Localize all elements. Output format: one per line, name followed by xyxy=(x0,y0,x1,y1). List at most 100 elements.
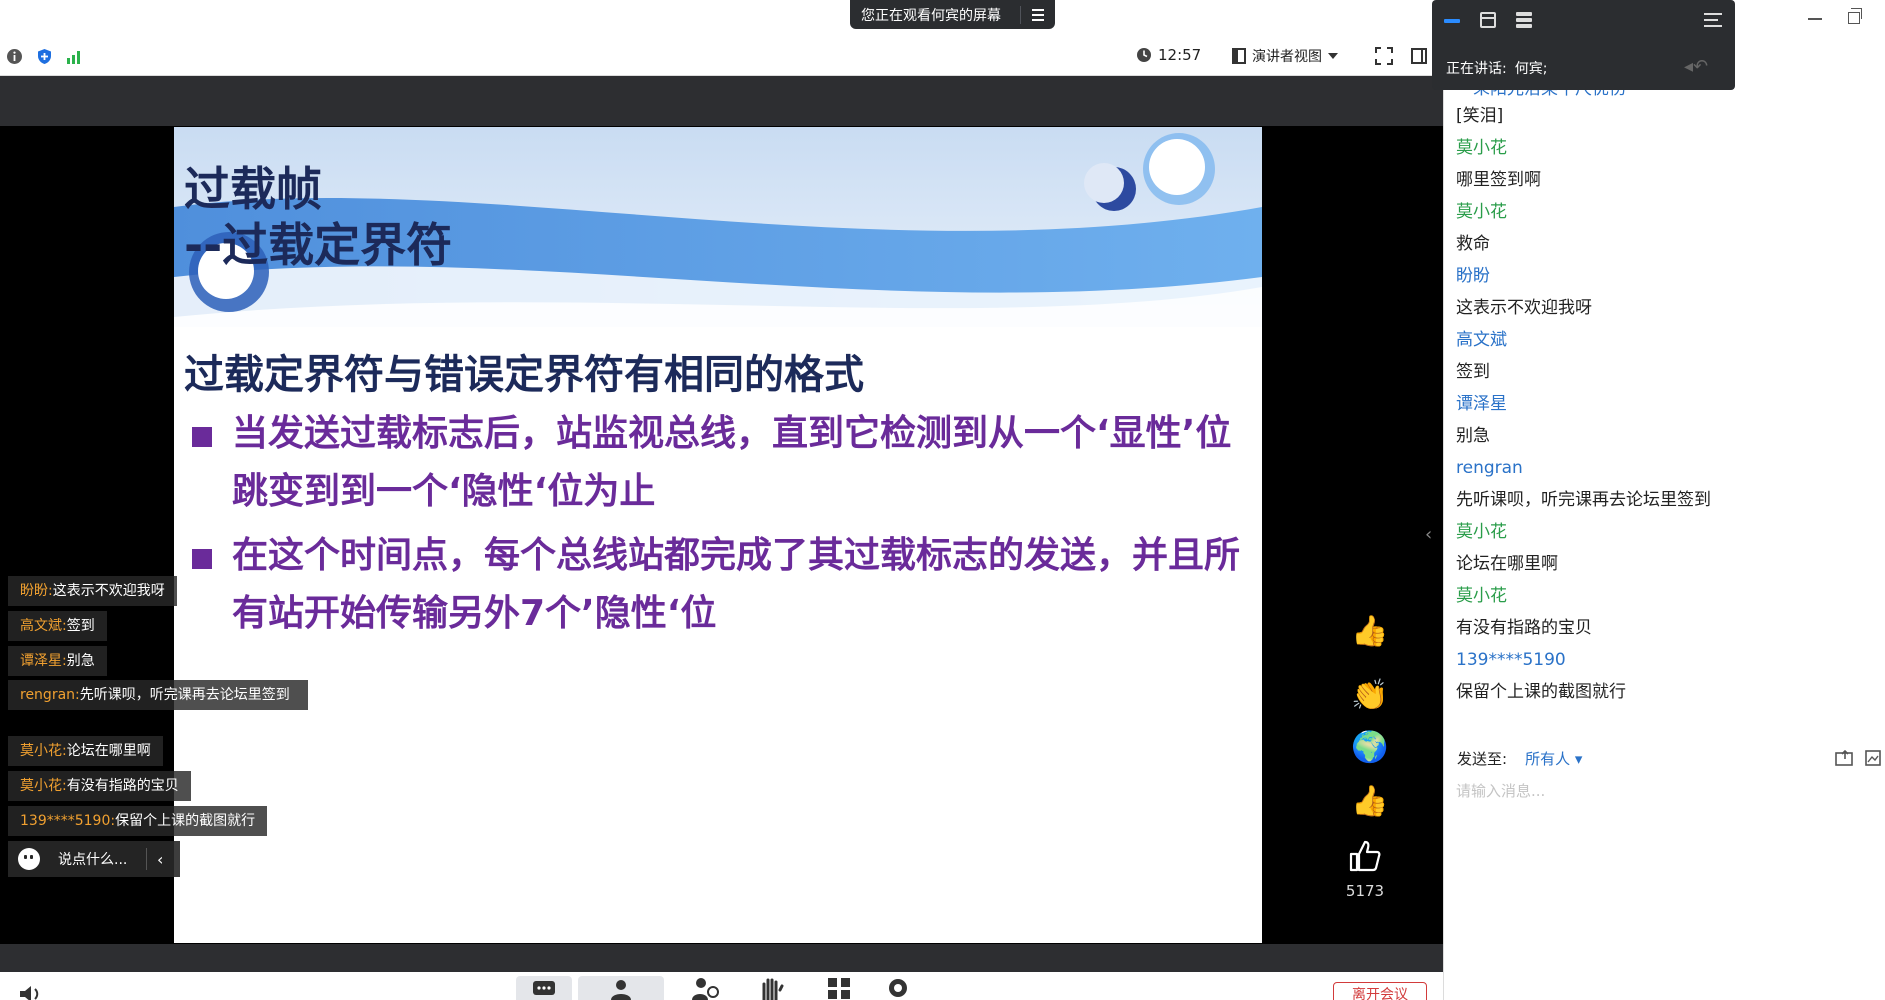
participants-toolbar-button[interactable] xyxy=(578,976,664,1000)
raise-hand-icon[interactable] xyxy=(752,976,792,1000)
view-mode-select[interactable]: 演讲者视图 xyxy=(1232,46,1338,66)
overlay-chat-item: 盼盼:这表示不欢迎我呀 xyxy=(8,576,177,606)
overlay-chat-text: 别急 xyxy=(66,653,95,669)
chat-message-text: 这表示不欢迎我呀 xyxy=(1456,298,1592,318)
chat-sender-name: 莫小花 xyxy=(1456,138,1507,158)
bullet-square-icon xyxy=(192,427,212,447)
chat-message-list: 一朵阳光洁染午尺优伤 [笑泪] 莫小花 哪里签到啊 莫小花 救命 盼盼 这表示不欢迎我呀 高文斌… xyxy=(1456,84,1876,708)
gallery-view-icon[interactable] xyxy=(1480,12,1496,28)
bullet-square-icon xyxy=(192,549,212,569)
drag-handle-icon[interactable]: ◂↶ xyxy=(1684,56,1724,80)
leave-meeting-button[interactable]: 离开会议 xyxy=(1333,982,1427,1000)
speaker-widget-controls xyxy=(1444,10,1724,34)
chat-sender-name: 莫小花 xyxy=(1456,522,1507,542)
chat-icon xyxy=(533,981,555,995)
overlay-chat-item: rengran:先听课呗，听完课再去论坛里签到 xyxy=(8,680,308,710)
meeting-clock: 12:57 xyxy=(1136,46,1201,64)
shield-icon[interactable] xyxy=(36,48,53,65)
speaking-indicator: 正在讲话: 何宾; xyxy=(1446,58,1547,78)
apps-grid-icon[interactable] xyxy=(820,976,860,1000)
chat-message-text: 保留个上课的截图就行 xyxy=(1456,682,1626,702)
fullscreen-icon[interactable] xyxy=(1374,46,1394,66)
send-to-select[interactable]: 所有人 ▾ xyxy=(1525,748,1582,769)
chat-message-text: 有没有指路的宝贝 xyxy=(1456,618,1592,638)
overlay-chat-name: 谭泽星: xyxy=(20,653,67,669)
overlay-chat-name: 盼盼: xyxy=(20,583,53,599)
overlay-chat-text: 这表示不欢迎我呀 xyxy=(52,583,165,599)
chevron-left-icon[interactable]: ‹ xyxy=(157,850,163,869)
overlay-chat-name: rengran: xyxy=(20,687,80,703)
signal-icon[interactable] xyxy=(66,48,83,65)
speaker-widget[interactable]: 正在讲话: 何宾; ◂↶ xyxy=(1432,0,1735,90)
overlay-chat-text: 签到 xyxy=(66,618,95,634)
like-button-icon[interactable] xyxy=(1347,838,1383,874)
top-toolbar: 您正在观看何宾的屏幕 12:57 演讲者视图 xyxy=(0,0,1440,76)
slide-title: 过载帧 --过载定界符 xyxy=(184,161,452,273)
overlay-chat-name: 莫小花: xyxy=(20,778,67,794)
overlay-chat-name: 139****5190: xyxy=(20,813,116,829)
overlay-chat-text: 先听课呗，听完课再去论坛里签到 xyxy=(79,687,290,703)
chat-message-text: 救命 xyxy=(1456,234,1490,254)
overlay-chat-item: 谭泽星:别急 xyxy=(8,646,107,676)
bullet-text: 在这个时间点，每个总线站都完成了其过载标志的发送，并且所有站开始传输另外7个’隐… xyxy=(232,535,1241,634)
collapse-panel-icon[interactable]: ‹ xyxy=(1425,524,1432,545)
overlay-chat-text: 保留个上课的截图就行 xyxy=(115,813,256,829)
slide-title-line-1: 过载帧 xyxy=(184,162,322,216)
banner-menu-icon[interactable] xyxy=(1021,0,1055,29)
overlay-chat-input[interactable]: 说点什么... ‹ xyxy=(8,841,180,877)
overlay-chat-item: 139****5190:保留个上课的截图就行 xyxy=(8,806,268,836)
send-to-target: 所有人 xyxy=(1525,750,1571,768)
overlay-chat-name: 莫小花: xyxy=(20,743,67,759)
chat-toolbar-button[interactable] xyxy=(516,976,572,1000)
globe-reaction-icon[interactable]: 🌍 xyxy=(1350,728,1390,768)
send-to-label: 发送至: xyxy=(1457,750,1508,768)
collapse-menu-icon[interactable] xyxy=(1704,13,1722,29)
emoji-icon[interactable] xyxy=(18,848,40,870)
presentation-slide: 过载帧 --过载定界符 过载定界符与错误定界符有相同的格式 当发送过载标志后，站… xyxy=(174,127,1262,943)
chat-message-text: 先听课呗，听完课再去论坛里签到 xyxy=(1456,490,1711,510)
chat-message-input[interactable] xyxy=(1456,778,1856,804)
speaker-view-icon[interactable] xyxy=(1444,19,1460,23)
list-view-icon[interactable] xyxy=(1516,12,1532,28)
chat-message-text: [笑泪] xyxy=(1456,106,1504,126)
speaker-icon[interactable] xyxy=(18,984,48,1000)
clap-reaction-icon[interactable]: 👏 xyxy=(1350,676,1390,716)
add-user-icon[interactable] xyxy=(684,976,724,1000)
chat-message-text: 论坛在哪里啊 xyxy=(1456,554,1558,574)
slide-bullet: 在这个时间点，每个总线站都完成了其过载标志的发送，并且所有站开始传输另外7个’隐… xyxy=(192,527,1252,643)
stage-header-strip xyxy=(0,76,1443,126)
meeting-time: 12:57 xyxy=(1158,46,1202,64)
chat-message-text: 哪里签到啊 xyxy=(1456,170,1541,190)
settings-gear-icon[interactable] xyxy=(878,976,918,1000)
file-icon[interactable] xyxy=(1835,750,1857,766)
chat-input-tools xyxy=(1835,750,1881,766)
layout-view-icon xyxy=(1232,48,1246,64)
chat-sender-name: rengran xyxy=(1456,458,1523,478)
bottom-stage-strip xyxy=(0,944,1443,972)
screen-share-banner: 您正在观看何宾的屏幕 xyxy=(850,0,1055,29)
restore-window-icon[interactable] xyxy=(1848,8,1862,24)
side-panel-toggle-icon[interactable] xyxy=(1411,48,1427,64)
slide-bullet: 当发送过载标志后，站监视总线，直到它检测到从一个‘显性’位跳变到到一个‘隐性‘位… xyxy=(192,405,1252,521)
like-reaction-icon[interactable]: 👍 xyxy=(1350,782,1390,822)
image-icon[interactable] xyxy=(1865,750,1881,766)
chat-sender-name: 谭泽星 xyxy=(1456,394,1507,414)
clock-icon xyxy=(1137,48,1151,62)
minimize-icon[interactable] xyxy=(1808,18,1822,20)
chat-sender-name: 莫小花 xyxy=(1456,586,1507,606)
info-icon[interactable] xyxy=(6,48,23,65)
caret-down-icon xyxy=(1328,53,1338,59)
view-mode-label: 演讲者视图 xyxy=(1252,49,1322,65)
thumbs-up-reaction-icon[interactable]: 👍 xyxy=(1350,612,1390,652)
overlay-chat-placeholder[interactable]: 说点什么... xyxy=(58,849,146,869)
slide-title-line-2: --过载定界符 xyxy=(184,218,453,272)
chat-message-text: 签到 xyxy=(1456,362,1490,382)
speaking-name: 何宾; xyxy=(1514,61,1548,77)
speaking-label-text: 正在讲话: xyxy=(1446,61,1507,77)
overlay-chat-item: 高文斌:签到 xyxy=(8,611,107,641)
chat-message-text: 别急 xyxy=(1456,426,1490,446)
send-to-row: 发送至: 所有人 ▾ xyxy=(1457,748,1582,769)
overlay-divider xyxy=(146,848,147,870)
slide-subtitle: 过载定界符与错误定界符有相同的格式 xyxy=(184,352,864,398)
overlay-chat-name: 高文斌: xyxy=(20,618,67,634)
